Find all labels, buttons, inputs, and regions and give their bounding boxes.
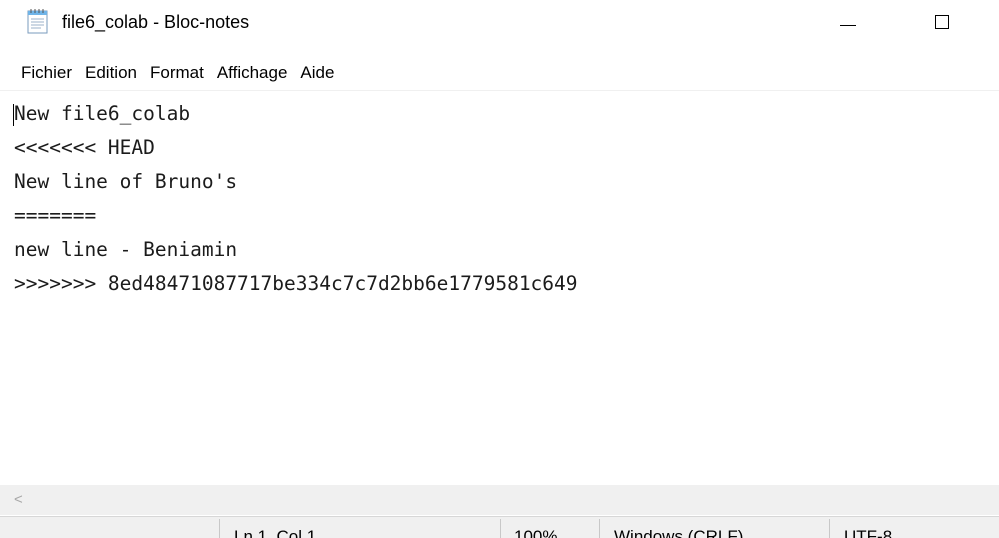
- menu-affichage[interactable]: Affichage: [210, 58, 295, 88]
- minimize-button[interactable]: [818, 0, 878, 44]
- window-title: file6_colab - Bloc-notes: [62, 12, 250, 32]
- menu-fichier[interactable]: Fichier: [12, 58, 79, 88]
- status-divider: [219, 519, 220, 538]
- menu-edition[interactable]: Edition: [78, 58, 144, 88]
- editor-content[interactable]: New file6_colab <<<<<<< HEAD New line of…: [14, 97, 578, 301]
- horizontal-scrollbar[interactable]: <: [0, 485, 999, 515]
- menu-aide[interactable]: Aide: [293, 58, 341, 88]
- maximize-button[interactable]: [912, 0, 972, 44]
- status-divider: [829, 519, 830, 538]
- editor-line: =======: [14, 204, 97, 227]
- status-line-ending: Windows (CRLF): [614, 527, 744, 538]
- editor-line: >>>>>>> 8ed48471087717be334c7c7d2bb6e177…: [14, 272, 578, 295]
- status-encoding: UTF-8: [844, 527, 893, 538]
- status-zoom: 100%: [514, 527, 558, 538]
- title-bar[interactable]: file6_colab - Bloc-notes: [0, 0, 999, 52]
- editor-line: New line of Bruno's: [14, 170, 238, 193]
- editor-line: New file6_colab: [14, 102, 191, 125]
- status-bar: Ln 1, Col 1 100% Windows (CRLF) UTF-8: [0, 516, 999, 538]
- editor-line: new line - Beniamin: [14, 238, 238, 261]
- editor-line: <<<<<<< HEAD: [14, 136, 155, 159]
- status-cursor-position: Ln 1, Col 1: [234, 527, 317, 538]
- menu-bar: Fichier Edition Format Affichage Aide: [0, 56, 999, 90]
- menu-format[interactable]: Format: [143, 58, 211, 88]
- status-divider: [599, 519, 600, 538]
- notepad-icon: [27, 9, 48, 34]
- status-divider: [500, 519, 501, 538]
- scroll-left-icon[interactable]: <: [14, 492, 23, 508]
- text-editor[interactable]: New file6_colab <<<<<<< HEAD New line of…: [0, 90, 999, 485]
- minimize-icon: [840, 24, 856, 26]
- maximize-icon: [935, 15, 949, 29]
- notepad-window: file6_colab - Bloc-notes Fichier Edition…: [0, 0, 999, 538]
